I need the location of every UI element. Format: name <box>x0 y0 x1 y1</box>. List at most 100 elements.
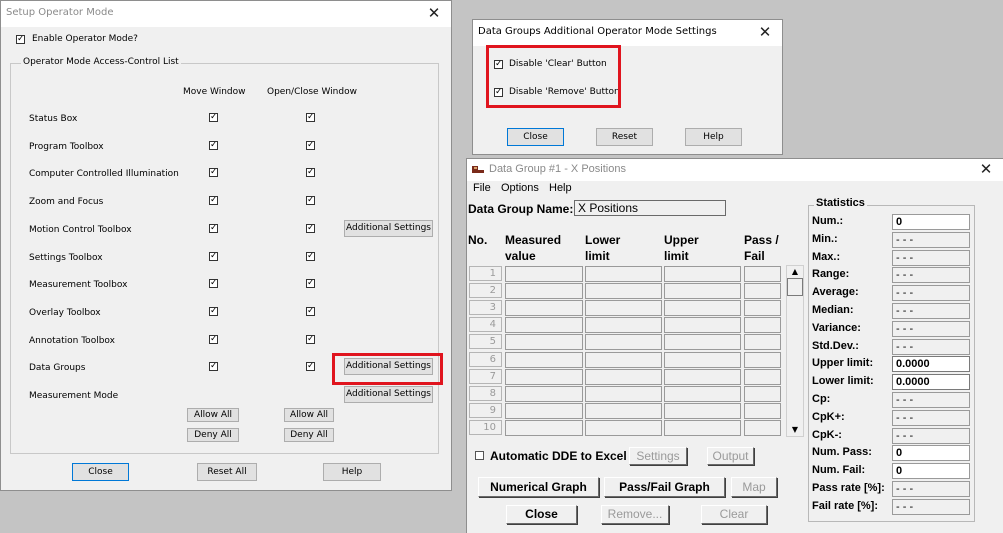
menu-options[interactable]: Options <box>501 182 539 194</box>
open-close-window-checkbox[interactable]: ✓ <box>306 306 315 316</box>
clear-button[interactable]: Clear <box>701 505 767 524</box>
disable-clear-checkbox[interactable]: ✓ <box>494 60 503 69</box>
lower-limit-cell[interactable] <box>585 385 662 402</box>
title-bar[interactable]: Data Group #1 - X Positions ✕ <box>467 159 1003 181</box>
stat-input[interactable]: 0.0000 <box>892 374 970 391</box>
menu-file[interactable]: File <box>473 182 491 194</box>
numerical-graph-button[interactable]: Numerical Graph <box>478 477 599 497</box>
measured-value-cell[interactable] <box>505 402 583 419</box>
close-button[interactable]: Close <box>506 505 577 524</box>
upper-limit-cell[interactable] <box>664 266 741 282</box>
additional-settings-button[interactable]: Additional Settings <box>344 386 433 403</box>
upper-limit-cell[interactable] <box>664 419 741 436</box>
scroll-thumb[interactable] <box>787 278 803 296</box>
pass-fail-cell[interactable] <box>744 334 781 351</box>
pass-fail-cell[interactable] <box>744 385 781 402</box>
map-button[interactable]: Map <box>731 477 777 497</box>
pass-fail-cell[interactable] <box>744 419 781 436</box>
close-button[interactable]: Close <box>507 128 564 146</box>
reset-button[interactable]: Reset <box>596 128 653 146</box>
lower-limit-cell[interactable] <box>585 317 662 334</box>
open-close-window-checkbox[interactable]: ✓ <box>306 251 315 261</box>
close-button[interactable]: Close <box>72 463 129 481</box>
title-bar[interactable]: Setup Operator Mode ✕ <box>1 1 451 27</box>
measured-value-cell[interactable] <box>505 351 583 368</box>
open-close-window-checkbox[interactable]: ✓ <box>306 113 315 122</box>
upper-limit-cell[interactable] <box>664 368 741 385</box>
open-close-window-checkbox[interactable]: ✓ <box>306 279 315 289</box>
additional-settings-button[interactable]: Additional Settings <box>344 358 433 376</box>
automatic-dde-checkbox[interactable] <box>475 451 484 460</box>
move-window-checkbox[interactable]: ✓ <box>209 113 218 122</box>
measured-value-cell[interactable] <box>505 266 583 282</box>
allow-all-move-button[interactable]: Allow All <box>187 408 239 422</box>
measured-value-cell[interactable] <box>505 385 583 402</box>
lower-limit-cell[interactable] <box>585 351 662 368</box>
upper-limit-cell[interactable] <box>664 283 741 300</box>
pass-fail-cell[interactable] <box>744 266 781 282</box>
close-icon[interactable]: ✕ <box>425 4 443 22</box>
move-window-checkbox[interactable]: ✓ <box>209 196 218 206</box>
move-window-checkbox[interactable]: ✓ <box>209 334 218 344</box>
move-window-checkbox[interactable]: ✓ <box>209 362 218 372</box>
lower-limit-cell[interactable] <box>585 368 662 385</box>
pass-fail-cell[interactable] <box>744 283 781 300</box>
lower-limit-cell[interactable] <box>585 300 662 317</box>
menu-help[interactable]: Help <box>549 182 572 194</box>
additional-settings-button[interactable]: Additional Settings <box>344 219 433 237</box>
enable-operator-mode-checkbox[interactable]: ✓ <box>16 35 25 44</box>
open-close-window-checkbox[interactable]: ✓ <box>306 223 315 233</box>
pass-fail-cell[interactable] <box>744 368 781 385</box>
disable-remove-checkbox[interactable]: ✓ <box>494 88 503 97</box>
lower-limit-cell[interactable] <box>585 402 662 419</box>
pass-fail-cell[interactable] <box>744 402 781 419</box>
open-close-window-checkbox[interactable]: ✓ <box>306 362 315 372</box>
upper-limit-cell[interactable] <box>664 317 741 334</box>
data-group-name-field[interactable]: X Positions <box>574 200 726 216</box>
lower-limit-cell[interactable] <box>585 266 662 282</box>
upper-limit-cell[interactable] <box>664 385 741 402</box>
lower-limit-cell[interactable] <box>585 334 662 351</box>
scroll-down-icon[interactable]: ▼ <box>788 424 802 436</box>
move-window-checkbox[interactable]: ✓ <box>209 168 218 178</box>
allow-all-open-button[interactable]: Allow All <box>284 408 334 422</box>
scroll-up-icon[interactable]: ▲ <box>788 266 802 278</box>
pass-fail-cell[interactable] <box>744 351 781 368</box>
measured-value-cell[interactable] <box>505 368 583 385</box>
lower-limit-cell[interactable] <box>585 419 662 436</box>
help-button[interactable]: Help <box>685 128 742 146</box>
open-close-window-checkbox[interactable]: ✓ <box>306 334 315 344</box>
pass-fail-cell[interactable] <box>744 300 781 317</box>
upper-limit-cell[interactable] <box>664 402 741 419</box>
measured-value-cell[interactable] <box>505 334 583 351</box>
remove-button[interactable]: Remove... <box>601 505 669 524</box>
dde-settings-button[interactable]: Settings <box>629 447 687 465</box>
measured-value-cell[interactable] <box>505 283 583 300</box>
deny-all-open-button[interactable]: Deny All <box>284 428 334 442</box>
move-window-checkbox[interactable]: ✓ <box>209 140 218 150</box>
upper-limit-cell[interactable] <box>664 351 741 368</box>
move-window-checkbox[interactable]: ✓ <box>209 251 218 261</box>
stat-input[interactable]: 0.0000 <box>892 356 970 373</box>
move-window-checkbox[interactable]: ✓ <box>209 306 218 316</box>
help-button[interactable]: Help <box>323 463 381 481</box>
pass-fail-cell[interactable] <box>744 317 781 334</box>
move-window-checkbox[interactable]: ✓ <box>209 279 218 289</box>
open-close-window-checkbox[interactable]: ✓ <box>306 168 315 178</box>
pass-fail-graph-button[interactable]: Pass/Fail Graph <box>604 477 725 497</box>
measured-value-cell[interactable] <box>505 300 583 317</box>
open-close-window-checkbox[interactable]: ✓ <box>306 140 315 150</box>
output-button[interactable]: Output <box>707 447 754 465</box>
reset-all-button[interactable]: Reset All <box>197 463 257 481</box>
lower-limit-cell[interactable] <box>585 283 662 300</box>
open-close-window-checkbox[interactable]: ✓ <box>306 196 315 206</box>
upper-limit-cell[interactable] <box>664 334 741 351</box>
title-bar[interactable]: Data Groups Additional Operator Mode Set… <box>473 20 782 46</box>
measured-value-cell[interactable] <box>505 317 583 334</box>
close-icon[interactable]: ✕ <box>977 160 995 178</box>
move-window-checkbox[interactable]: ✓ <box>209 223 218 233</box>
measured-value-cell[interactable] <box>505 419 583 436</box>
upper-limit-cell[interactable] <box>664 300 741 317</box>
close-icon[interactable]: ✕ <box>756 23 774 41</box>
deny-all-move-button[interactable]: Deny All <box>187 428 239 442</box>
